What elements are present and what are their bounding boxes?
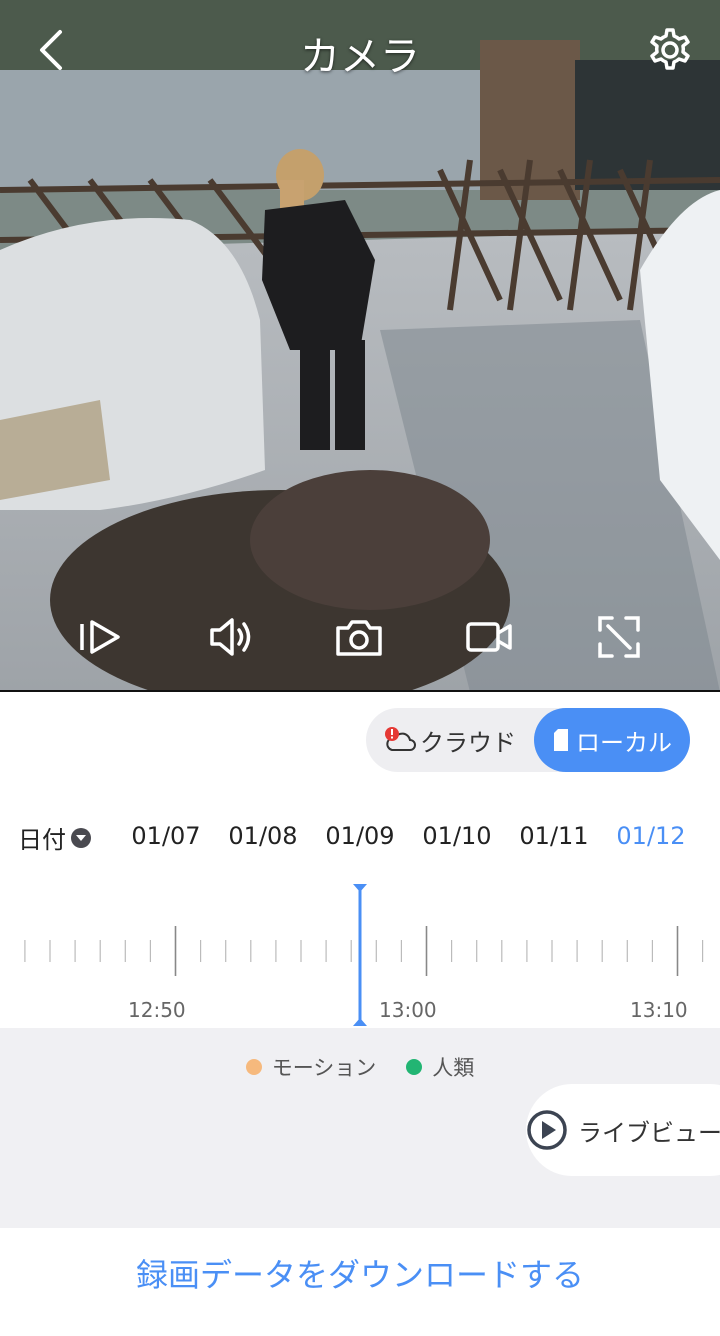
legend-human-label: 人類 [432, 1056, 475, 1080]
legend-human: 人類 [406, 1052, 474, 1082]
snapshot-button[interactable] [334, 612, 384, 662]
human-dot [406, 1059, 423, 1075]
camera-icon [336, 620, 382, 656]
local-tab-label: ローカル [576, 728, 672, 757]
chevron-down-icon [71, 827, 91, 848]
legend-motion-label: モーション [271, 1056, 377, 1080]
date-dropdown[interactable]: 日付 [18, 820, 92, 855]
gear-icon [650, 28, 690, 70]
local-tab[interactable]: ローカル [534, 708, 690, 772]
date-label: 日付 [18, 826, 66, 854]
date-item[interactable]: 01/08 [223, 822, 303, 850]
play-circle-icon [527, 1110, 567, 1150]
live-view-button[interactable]: ライブビュー [526, 1084, 720, 1176]
date-item[interactable]: 01/07 [126, 822, 206, 850]
sd-card-icon [554, 729, 568, 751]
playback-icon [80, 620, 120, 654]
cloud-alert-icon [385, 727, 416, 751]
record-button[interactable] [464, 612, 514, 662]
timeline-label: 13:00 [379, 998, 437, 1022]
legend-motion: モーション [245, 1052, 377, 1082]
recording-panel: モーション 人類 ライブビュー [0, 1028, 720, 1228]
camera-feed[interactable]: カメラ [0, 0, 720, 692]
date-selector: 日付 01/07 01/08 01/09 01/10 01/11 01/12 [0, 816, 720, 860]
motion-dot [245, 1059, 262, 1075]
live-view-label: ライブビュー [578, 1118, 720, 1147]
legend: モーション 人類 [0, 1052, 720, 1082]
settings-button[interactable] [646, 26, 694, 74]
fullscreen-icon [598, 616, 640, 658]
date-item[interactable]: 01/10 [417, 822, 497, 850]
cloud-tab-label: クラウド [420, 728, 516, 757]
video-record-icon [466, 622, 512, 652]
timeline[interactable]: 12:50 13:00 13:10 [0, 880, 720, 1028]
camera-controls [0, 612, 720, 668]
back-button[interactable] [30, 26, 74, 74]
date-item[interactable]: 01/09 [320, 822, 400, 850]
date-item-selected[interactable]: 01/12 [611, 822, 691, 850]
timeline-label: 12:50 [128, 998, 186, 1022]
fullscreen-button[interactable] [594, 612, 644, 662]
timeline-cursor[interactable] [350, 880, 370, 1028]
speaker-button[interactable] [206, 612, 256, 662]
page-title: カメラ [300, 34, 420, 80]
speaker-icon [210, 618, 251, 656]
date-item[interactable]: 01/11 [514, 822, 594, 850]
timeline-label: 13:10 [630, 998, 688, 1022]
chevron-left-icon [40, 30, 62, 70]
source-toggle: クラウド ローカル [366, 708, 690, 772]
download-recording-link[interactable]: 録画データをダウンロードする [0, 1250, 720, 1296]
playback-button[interactable] [76, 612, 126, 662]
camera-image [0, 0, 720, 690]
cloud-tab[interactable]: クラウド [366, 708, 534, 772]
